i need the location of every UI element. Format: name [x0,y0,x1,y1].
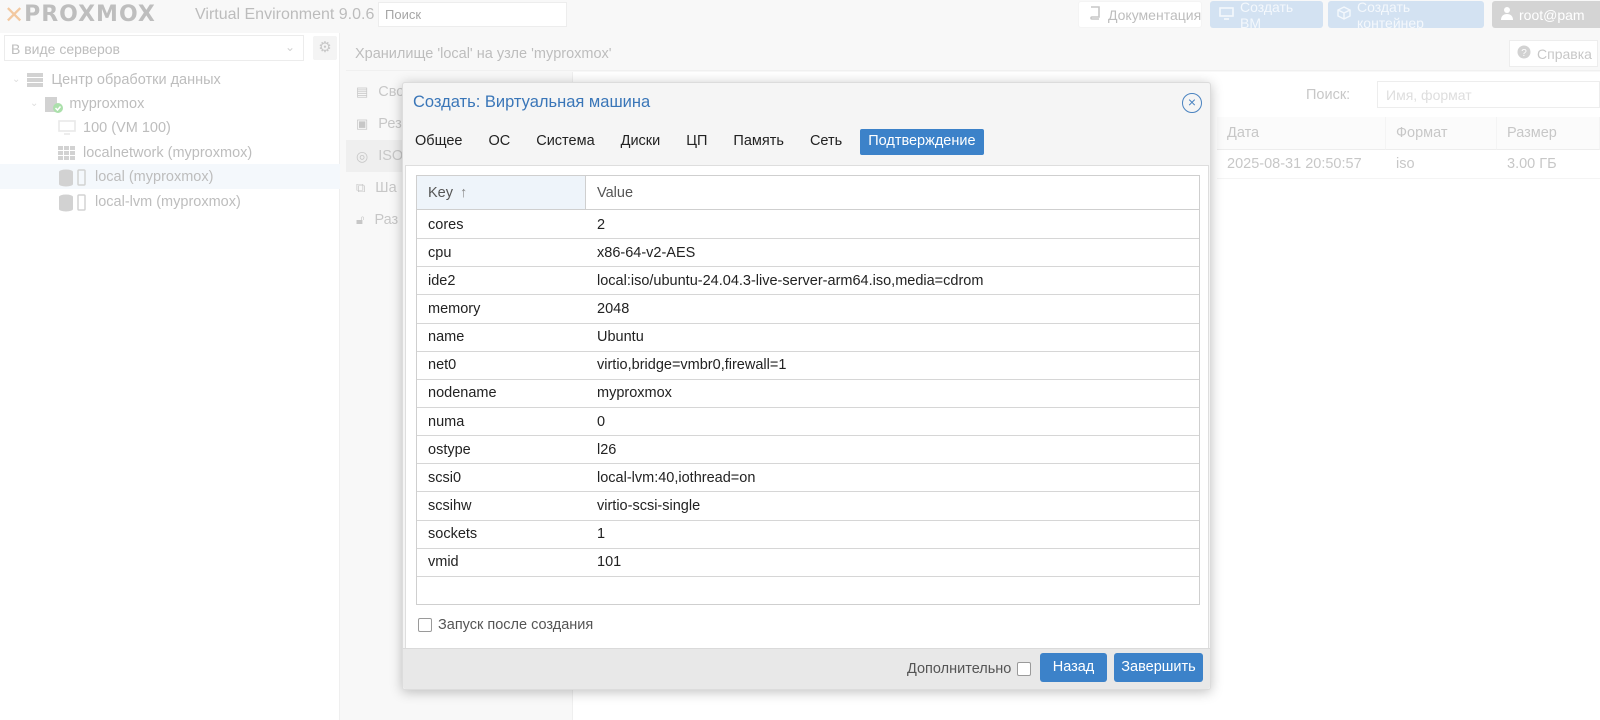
row-value: 0 [597,413,606,430]
row-key: scsihw [428,497,472,514]
wizard-tabs: Общее ОС Система Диски ЦП Память Сеть По… [407,129,994,155]
column-header-value[interactable]: Value [586,176,1199,209]
row-key: cores [428,216,464,233]
row-value: virtio,bridge=vmbr0,firewall=1 [597,357,787,374]
table-row[interactable]: net0 virtio,bridge=vmbr0,firewall=1 [417,352,1199,380]
row-key: numa [428,413,465,430]
table-row[interactable]: memory 2048 [417,295,1199,324]
row-key: net0 [428,357,457,374]
back-button[interactable]: Назад [1040,653,1107,682]
tab-memory[interactable]: Память [725,129,792,155]
tab-disks[interactable]: Диски [613,129,669,155]
tab-network[interactable]: Сеть [802,129,850,155]
table-row[interactable]: ide2 local:iso/ubuntu-24.04.3-live-server… [417,267,1199,296]
row-value: virtio-scsi-single [597,497,701,514]
finish-button[interactable]: Завершить [1114,653,1203,682]
confirm-grid: Key ↑ Value cores 2 cpu x86-64-v2-AES ide2 lo… [416,175,1200,605]
row-key: cpu [428,244,452,261]
table-row[interactable]: cores 2 [417,211,1199,240]
row-value: 1 [597,526,606,543]
advanced-toggle[interactable]: Дополнительно [907,661,1032,677]
dialog-title: Создать: Виртуальная машина [413,93,651,111]
table-row[interactable]: scsi0 local-lvm:40,iothread=on [417,464,1199,493]
row-value: 2 [597,216,606,233]
table-row[interactable]: nodename myproxmox [417,380,1199,408]
grid-header: Key ↑ Value [417,176,1199,210]
row-key: ostype [428,441,471,458]
tab-confirm[interactable]: Подтверждение [860,129,984,155]
tab-os[interactable]: ОС [480,129,518,155]
advanced-label: Дополнительно [907,661,1012,677]
row-key: memory [428,300,481,317]
row-value: local:iso/ubuntu-24.04.3-live-server-arm… [597,272,984,289]
start-after-create-checkbox[interactable] [418,618,432,632]
close-icon[interactable]: × [1182,93,1202,113]
tab-general[interactable]: Общее [407,129,470,155]
start-after-create[interactable]: Запуск после создания [418,617,593,633]
column-header-key-label: Key [428,185,453,201]
row-key: nodename [428,385,497,402]
row-value: local-lvm:40,iothread=on [597,469,756,486]
sort-asc-icon: ↑ [460,185,468,201]
table-row[interactable]: ostype l26 [417,436,1199,465]
row-key: sockets [428,526,478,543]
table-row[interactable]: cpu x86-64-v2-AES [417,239,1199,268]
row-value: 101 [597,554,622,571]
grid-rows: cores 2 cpu x86-64-v2-AES ide2 local:iso/ubun… [417,211,1199,577]
row-value: Ubuntu [597,329,644,346]
table-row[interactable]: scsihw virtio-scsi-single [417,492,1199,521]
row-value: 2048 [597,300,630,317]
row-key: vmid [428,554,459,571]
row-key: ide2 [428,272,456,289]
tab-system[interactable]: Система [528,129,602,155]
row-key: scsi0 [428,469,462,486]
row-value: l26 [597,441,617,458]
table-row[interactable]: vmid 101 [417,549,1199,577]
advanced-checkbox[interactable] [1017,662,1032,676]
start-after-create-label: Запуск после создания [438,617,594,633]
column-header-key[interactable]: Key ↑ [417,176,586,209]
row-key: name [428,329,465,346]
table-row[interactable]: numa 0 [417,408,1199,437]
tab-cpu[interactable]: ЦП [678,129,715,155]
row-value: myproxmox [597,385,672,402]
table-row[interactable]: name Ubuntu [417,324,1199,352]
table-row[interactable]: sockets 1 [417,521,1199,549]
row-value: x86-64-v2-AES [597,244,696,261]
